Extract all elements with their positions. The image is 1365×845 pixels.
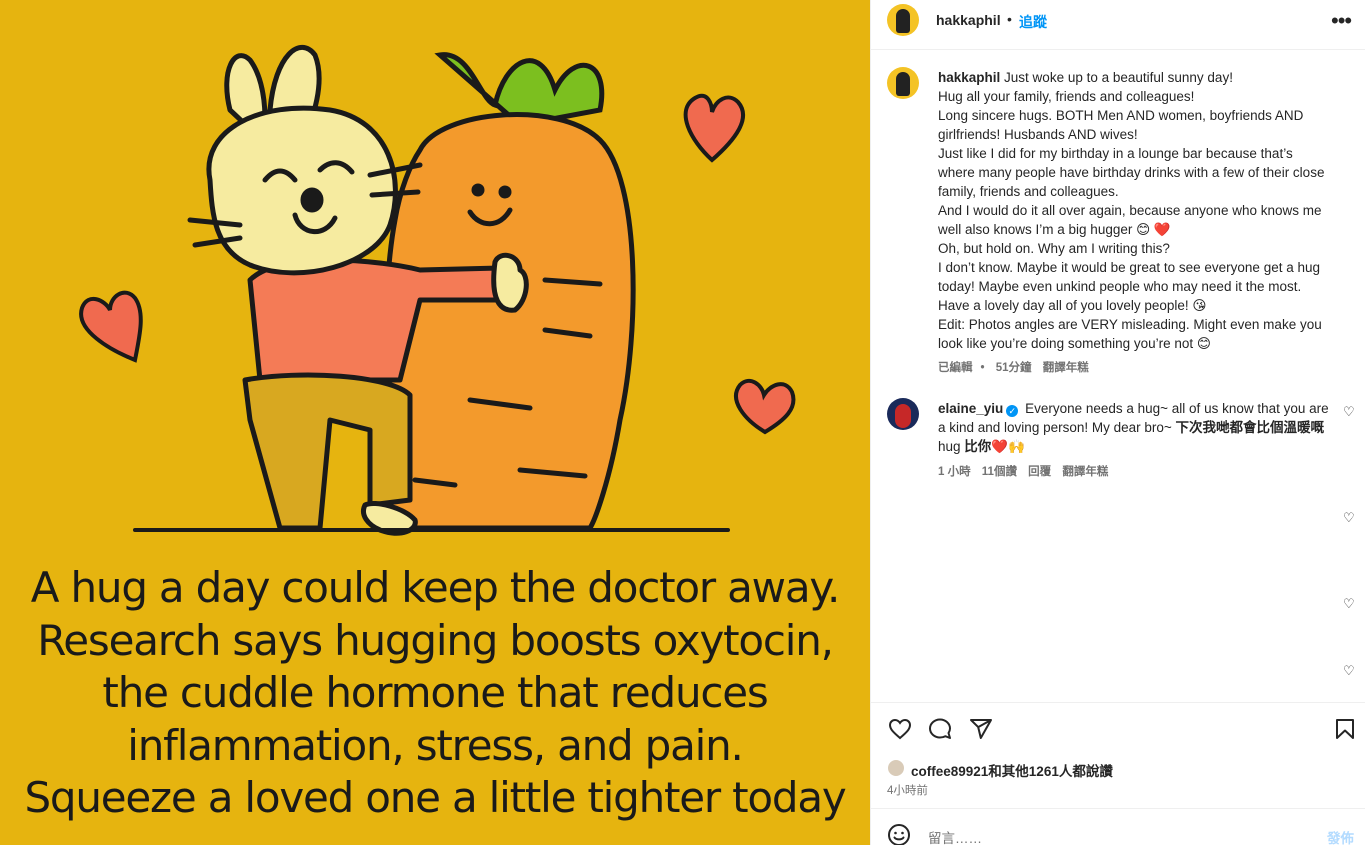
see-translation-button[interactable]: 翻譯年糕: [1043, 362, 1089, 374]
caption-line: where many people have birthday drinks w…: [938, 165, 1325, 180]
heart-decoration-right-bottom: [734, 378, 796, 435]
heart-icon[interactable]: [887, 717, 913, 741]
post-image-line: the cuddle hormone that reduces: [102, 668, 768, 717]
post-header: hakkaphil • 追蹤 •••: [871, 0, 1365, 50]
commenter-avatar[interactable]: [887, 398, 919, 430]
send-icon[interactable]: [968, 717, 994, 741]
caption-author-avatar[interactable]: [887, 67, 919, 99]
caption-line: Edit: Photos angles are VERY misleading.…: [938, 317, 1322, 332]
caption-line: Just woke up to a beautiful sunny day!: [1004, 70, 1233, 85]
post-image-line: A hug a day could keep the doctor away.: [30, 563, 841, 612]
caption-line: today! Maybe even unkind people who may …: [938, 279, 1302, 294]
caption-line: Just like I did for my birthday in a lou…: [938, 146, 1293, 161]
post-actions: coffee89921和其他1261人都說讚 4小時前: [871, 702, 1365, 808]
edited-label: 已編輯: [938, 362, 973, 374]
comment-icon[interactable]: [927, 717, 953, 741]
comment-body-hug: hug: [938, 439, 961, 454]
post-comment-button[interactable]: 發佈: [1327, 827, 1354, 845]
caption-line: Hug all your family, friends and colleag…: [938, 89, 1195, 104]
bunny-hugging-carrot-illustration: [79, 44, 796, 536]
comment-like-heart-icon[interactable]: ♡: [1343, 404, 1355, 420]
emoji-icon[interactable]: [887, 823, 911, 845]
comment-likes[interactable]: 11個讚: [982, 466, 1017, 478]
reply-button[interactable]: 回覆: [1028, 466, 1051, 478]
comment-emoji: ❤️🙌: [991, 439, 1025, 454]
comments-scroll-area[interactable]: hakkaphil Just woke up to a beautiful su…: [871, 51, 1365, 702]
separator-dot: •: [980, 362, 985, 374]
comment-text: elaine_yiu ✓ Everyone needs a hug~ all of…: [938, 399, 1333, 456]
author-avatar[interactable]: [887, 4, 919, 36]
liker-avatar[interactable]: [887, 759, 905, 777]
comment-body-bold: 下次我哋都會比個溫暖嘅: [1175, 420, 1325, 435]
heart-decoration-left: [79, 290, 143, 363]
follow-button[interactable]: 追蹤: [1019, 12, 1047, 32]
caption-line: family, friends and colleagues.: [938, 184, 1119, 199]
post-side-panel: hakkaphil • 追蹤 ••• hakkaphil Just woke u…: [870, 0, 1365, 845]
post-image[interactable]: A hug a day could keep the doctor away. …: [0, 0, 870, 845]
caption-username[interactable]: hakkaphil: [938, 70, 1000, 85]
caption-meta: 已編輯 • 51分鐘 翻譯年糕: [938, 359, 1097, 375]
post-image-text: A hug a day could keep the doctor away. …: [0, 562, 870, 825]
comment-like-heart-icon[interactable]: ♡: [1343, 663, 1355, 679]
comment-input[interactable]: 留言……: [928, 827, 982, 845]
post-caption: hakkaphil Just woke up to a beautiful su…: [938, 68, 1343, 353]
caption-line: look like you’re doing something you’re …: [938, 336, 1211, 351]
comment-meta: 1 小時 11個讚 回覆 翻譯年糕: [938, 463, 1116, 479]
caption-line: Long sincere hugs. BOTH Men AND women, b…: [938, 108, 1304, 123]
post-image-line: Squeeze a loved one a little tighter tod…: [24, 773, 846, 822]
comment-like-heart-icon[interactable]: ♡: [1343, 596, 1355, 612]
more-options-icon[interactable]: •••: [1331, 8, 1352, 34]
caption-time: 51分鐘: [995, 362, 1032, 374]
comment-time: 1 小時: [938, 466, 971, 478]
verified-badge-icon: ✓: [1006, 405, 1019, 417]
author-username[interactable]: hakkaphil: [936, 12, 1001, 28]
caption-line: And I would do it all over again, becaus…: [938, 203, 1322, 218]
likes-summary[interactable]: coffee89921和其他1261人都說讚: [911, 760, 1113, 780]
post-time-ago[interactable]: 4小時前: [887, 782, 928, 798]
commenter-username[interactable]: elaine_yiu: [938, 401, 1003, 416]
comment-box: 留言…… 發佈: [871, 808, 1365, 845]
caption-line: well also knows I’m a big hugger 😊 ❤️: [938, 222, 1171, 237]
caption-line: girlfriends! Husbands AND wives!: [938, 127, 1138, 142]
see-translation-button[interactable]: 翻譯年糕: [1062, 466, 1108, 478]
caption-line: Oh, but hold on. Why am I writing this?: [938, 241, 1170, 256]
comment-like-heart-icon[interactable]: ♡: [1343, 510, 1355, 526]
caption-line: Have a lovely day all of you lovely peop…: [938, 298, 1207, 313]
post-image-line: Research says hugging boosts oxytocin,: [37, 615, 834, 665]
heart-decoration-right-top: [683, 93, 746, 163]
bookmark-icon[interactable]: [1333, 717, 1357, 741]
post-image-line: inflammation, stress, and pain.: [127, 720, 744, 770]
comment-body-bold: 比你: [960, 439, 992, 454]
caption-line: I don’t know. Maybe it would be great to…: [938, 260, 1320, 275]
separator-dot: •: [1007, 11, 1012, 27]
